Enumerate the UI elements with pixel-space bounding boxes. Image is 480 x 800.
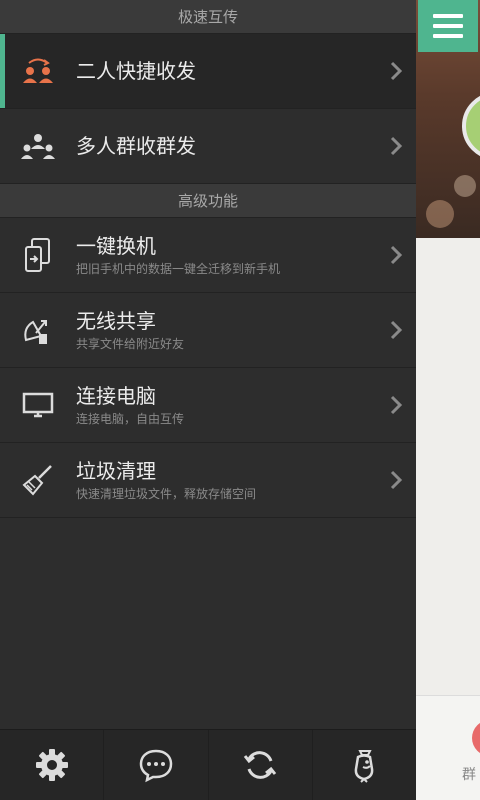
- peek-bottom-tab[interactable]: 群: [416, 695, 480, 800]
- menu-item-group-transfer[interactable]: 多人群收群发: [0, 109, 416, 184]
- menu-item-two-person-transfer[interactable]: 二人快捷收发: [0, 34, 416, 109]
- drawer-bottom-bar: [0, 729, 416, 800]
- wireless-share-icon: [0, 314, 76, 346]
- refresh-button[interactable]: [209, 730, 313, 800]
- chevron-right-icon: [376, 60, 416, 82]
- menu-item-title: 无线共享: [76, 308, 156, 333]
- section-header-advanced: 高级功能: [0, 184, 416, 218]
- bokeh-light: [454, 175, 476, 197]
- menu-item-wireless-share[interactable]: 无线共享 共享文件给附近好友: [0, 293, 416, 368]
- menu-item-subtitle: 把旧手机中的数据一键全迁移到新手机: [76, 261, 281, 276]
- bokeh-light: [426, 200, 454, 228]
- menu-item-title: 二人快捷收发: [76, 59, 196, 83]
- chevron-right-icon: [376, 469, 416, 491]
- broom-icon: [0, 464, 76, 496]
- settings-icon: [35, 749, 68, 781]
- menu-icon[interactable]: [418, 0, 478, 52]
- message-button[interactable]: [104, 730, 209, 800]
- chevron-right-icon: [376, 244, 416, 266]
- group-tab-label: 群: [462, 767, 476, 783]
- chevron-right-icon: [376, 319, 416, 341]
- two-person-transfer-icon: [0, 56, 76, 86]
- menu-item-subtitle: 快速清理垃圾文件，释放存储空间: [76, 486, 257, 501]
- group-tab-icon: [472, 720, 480, 756]
- mascot-icon: [355, 750, 374, 783]
- main-content-peek[interactable]: 群: [416, 0, 480, 800]
- phone-switch-icon: [0, 238, 76, 272]
- menu-item-junk-clean[interactable]: 垃圾清理 快速清理垃圾文件，释放存储空间: [0, 443, 416, 518]
- mascot-button[interactable]: [313, 730, 416, 800]
- menu-item-subtitle: 连接电脑，自由互传: [76, 411, 185, 426]
- menu-item-title: 一键换机: [76, 233, 156, 258]
- menu-item-subtitle: 共享文件给附近好友: [76, 336, 185, 351]
- menu-item-title: 垃圾清理: [76, 458, 156, 483]
- menu-item-title: 多人群收群发: [76, 134, 196, 158]
- menu-item-phone-switch[interactable]: 一键换机 把旧手机中的数据一键全迁移到新手机: [0, 218, 416, 293]
- menu-item-title: 连接电脑: [76, 383, 156, 408]
- section-header-fast-transfer: 极速互传: [0, 0, 416, 34]
- menu-item-connect-pc[interactable]: 连接电脑 连接电脑，自由互传: [0, 368, 416, 443]
- monitor-icon: [0, 391, 76, 419]
- navigation-drawer: 极速互传 二人快捷收发 多人群收群发 高级功能 一键换机 把旧手机中的数据一键全…: [0, 0, 416, 800]
- chevron-right-icon: [376, 394, 416, 416]
- group-transfer-icon: [0, 130, 76, 162]
- message-icon: [139, 749, 173, 783]
- settings-button[interactable]: [0, 730, 105, 800]
- chevron-right-icon: [376, 135, 416, 157]
- refresh-icon: [243, 751, 277, 779]
